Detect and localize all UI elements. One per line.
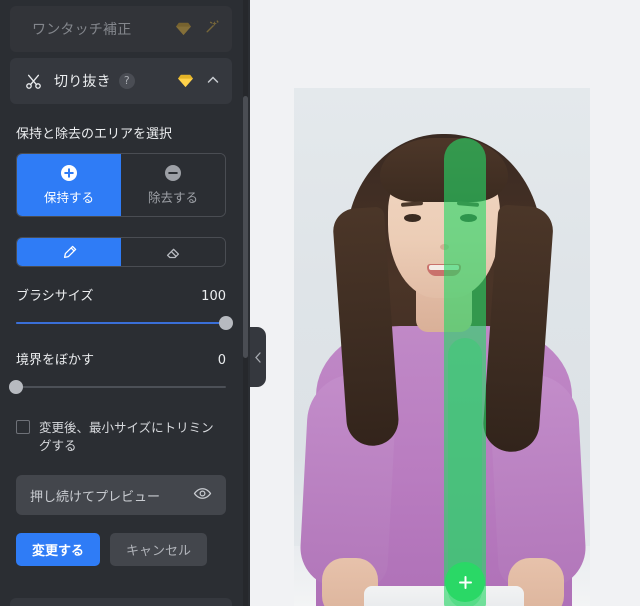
area-select-segmented: 保持する 除去する xyxy=(16,153,226,217)
cancel-button[interactable]: キャンセル xyxy=(110,533,208,567)
remove-area-label: 除去する xyxy=(147,190,198,205)
brush-size-slider[interactable] xyxy=(16,315,233,331)
help-icon[interactable]: ? xyxy=(118,73,135,89)
slider-fill xyxy=(16,322,226,324)
section-crop-label: 切り抜き xyxy=(54,74,111,90)
chevron-left-icon xyxy=(254,351,261,363)
keep-area-label: 保持する xyxy=(43,190,94,205)
section-basic-features[interactable]: 基本機能 xyxy=(10,598,232,606)
hold-to-preview-label: 押し続けてプレビュー xyxy=(30,489,161,505)
trim-checkbox[interactable] xyxy=(16,420,30,434)
feather-control: 境界をぼかす 0 xyxy=(9,349,226,395)
eraser-tool-button[interactable] xyxy=(121,238,225,266)
subject-photo xyxy=(294,88,590,606)
brush-size-head: ブラシサイズ 100 xyxy=(16,285,226,304)
panel-scrollbar[interactable] xyxy=(243,0,248,606)
apply-button[interactable]: 変更する xyxy=(16,533,101,567)
crop-section-body: 保持と除去のエリアを選択 保持する 除去する ブラシサイズ 100 境界をぼかす… xyxy=(0,123,242,592)
brush-tool-button[interactable] xyxy=(17,238,121,266)
magic-wand-icon xyxy=(204,19,220,39)
diamond-icon xyxy=(178,74,193,88)
scrollbar-thumb[interactable] xyxy=(243,96,248,358)
editor-root: ワンタッチ補正 切り抜き ? 保持と除去のエリアを選択 保持する 除去する ブラ… xyxy=(0,0,640,606)
feather-slider[interactable] xyxy=(9,379,226,395)
panel-collapse-handle[interactable] xyxy=(250,327,266,387)
plus-circle-icon xyxy=(60,164,78,182)
section-onetouch-correction[interactable]: ワンタッチ補正 xyxy=(10,6,232,52)
brush-size-label: ブラシサイズ xyxy=(16,289,94,304)
brush-icon xyxy=(61,244,78,261)
trim-checkbox-label: 変更後、最小サイズにトリミングする xyxy=(39,420,214,454)
area-select-title: 保持と除去のエリアを選択 xyxy=(16,127,173,142)
keep-area-button[interactable]: 保持する xyxy=(17,154,121,216)
feather-head: 境界をぼかす 0 xyxy=(16,349,226,368)
section-crop-header[interactable]: 切り抜き ? xyxy=(10,58,232,104)
eraser-icon xyxy=(165,244,182,261)
feather-value: 0 xyxy=(217,353,226,368)
minus-circle-icon xyxy=(164,164,182,182)
scissors-icon xyxy=(22,73,44,90)
hold-to-preview-button[interactable]: 押し続けてプレビュー xyxy=(16,475,226,516)
tools-panel: ワンタッチ補正 切り抜き ? 保持と除去のエリアを選択 保持する 除去する ブラ… xyxy=(0,0,250,606)
onetouch-icons xyxy=(176,19,220,39)
eye-left xyxy=(404,214,421,222)
section-onetouch-label: ワンタッチ補正 xyxy=(32,22,132,38)
canvas-area[interactable] xyxy=(250,0,640,606)
slider-track xyxy=(16,386,226,388)
action-buttons: 変更する キャンセル xyxy=(16,533,226,567)
tool-selector xyxy=(16,237,226,267)
feather-label: 境界をぼかす xyxy=(16,353,95,368)
tools-panel-scroll: ワンタッチ補正 切り抜き ? 保持と除去のエリアを選択 保持する 除去する ブラ… xyxy=(0,0,242,606)
diamond-icon xyxy=(176,22,191,36)
plus-icon xyxy=(458,575,472,589)
slider-thumb[interactable] xyxy=(219,316,233,330)
photo-frame[interactable] xyxy=(294,88,590,606)
trim-checkbox-row[interactable]: 変更後、最小サイズにトリミングする xyxy=(16,419,226,455)
remove-area-button[interactable]: 除去する xyxy=(121,154,225,216)
slider-thumb[interactable] xyxy=(9,380,23,394)
brush-size-control: ブラシサイズ 100 xyxy=(16,285,233,331)
crop-header-icons xyxy=(178,72,220,91)
eye-icon xyxy=(193,484,212,507)
chevron-up-icon[interactable] xyxy=(206,72,220,91)
brush-cursor[interactable] xyxy=(445,562,485,602)
brush-size-value: 100 xyxy=(201,289,226,304)
